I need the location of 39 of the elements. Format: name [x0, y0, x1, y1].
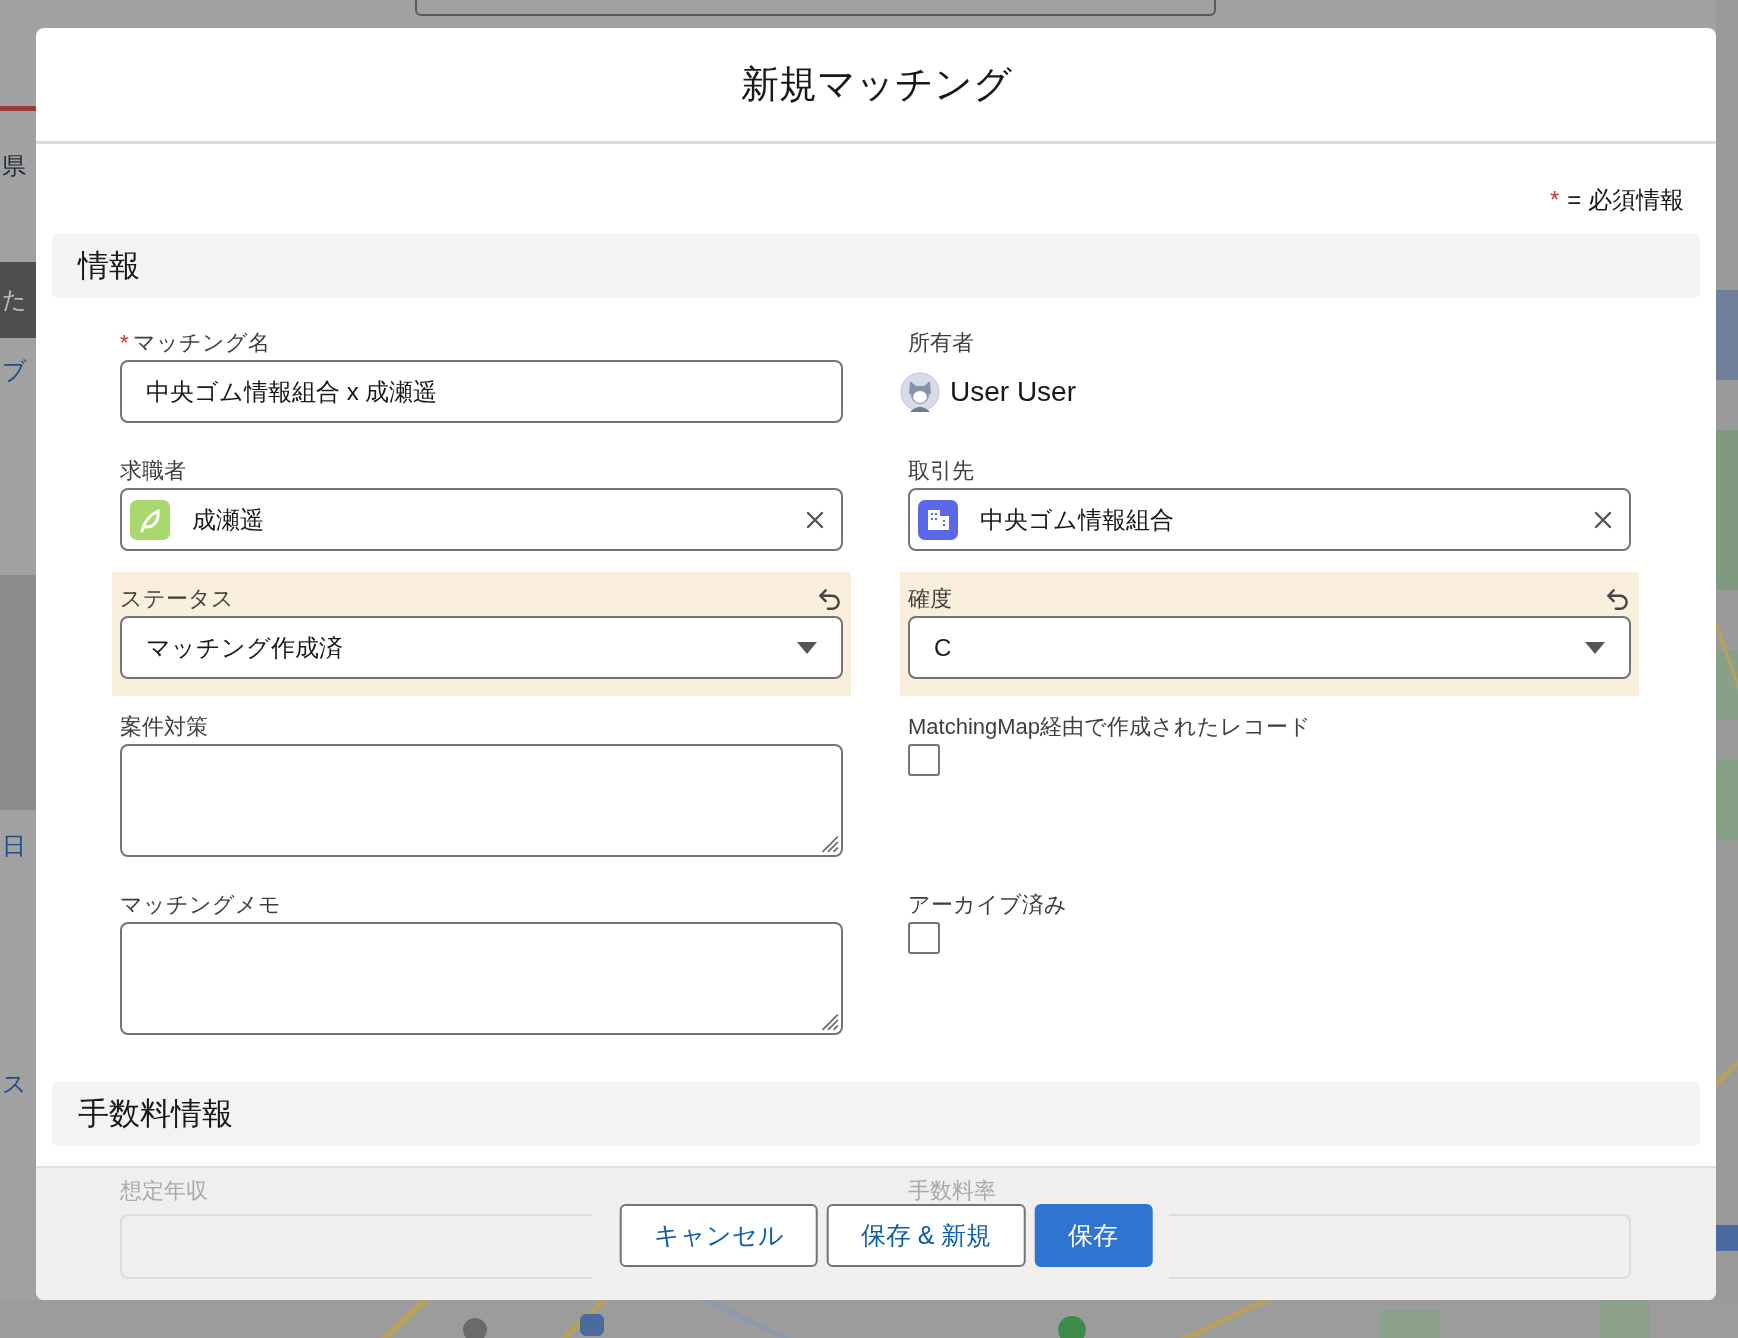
dropdown[interactable]: C	[908, 616, 1631, 679]
caret-icon	[797, 641, 817, 654]
checkbox[interactable]	[908, 922, 940, 954]
action-button[interactable]: 保存 & 新規	[826, 1204, 1026, 1267]
field-label: アーカイブ済み	[908, 891, 1067, 919]
save-button[interactable]: 保存	[1034, 1204, 1153, 1267]
text-field[interactable]: 中央ゴム情報組合 x 成瀬遥	[120, 360, 843, 423]
undo-icon[interactable]	[1605, 586, 1631, 612]
owner-name[interactable]: User User	[950, 375, 1076, 408]
field-label: 想定年収	[120, 1177, 209, 1205]
dropdown[interactable]: マッチング作成済	[120, 616, 843, 679]
lookup-field[interactable]: 中央ゴム情報組合	[908, 488, 1631, 551]
avatar-icon	[900, 371, 940, 412]
field-label: 手数料率	[908, 1177, 997, 1205]
field-label: 案件対策	[120, 713, 208, 741]
text-area[interactable]	[120, 922, 843, 1035]
field-label: MatchingMap経由で作成されたレコード	[908, 713, 1312, 741]
section-header[interactable]: 情報	[52, 234, 1700, 298]
required-note: = 必須情報	[1567, 185, 1684, 215]
caret-icon	[1585, 641, 1605, 654]
undo-icon[interactable]	[817, 586, 843, 612]
clear-icon[interactable]	[1593, 509, 1613, 530]
field-label: マッチングメモ	[120, 891, 281, 919]
label-text: 県	[2, 151, 26, 181]
checkbox[interactable]	[908, 744, 940, 776]
tab-label[interactable]: た	[0, 262, 36, 338]
text-area[interactable]	[120, 744, 843, 857]
section-header[interactable]: 手数料情報	[52, 1082, 1700, 1146]
field-label: ステータス	[120, 585, 234, 613]
field-label: 確度	[908, 585, 952, 613]
dialog-title: 新規マッチング	[740, 62, 1012, 107]
field-label: * マッチング名	[120, 329, 270, 357]
field-label: 所有者	[908, 329, 974, 357]
clear-icon[interactable]	[805, 509, 825, 530]
field-label: 求職者	[120, 457, 186, 485]
field-label: 取引先	[908, 457, 974, 485]
action-button[interactable]: キャンセル	[619, 1204, 818, 1267]
required-mark: *	[1549, 186, 1560, 214]
lookup-field[interactable]: 成瀬遥	[120, 488, 843, 551]
